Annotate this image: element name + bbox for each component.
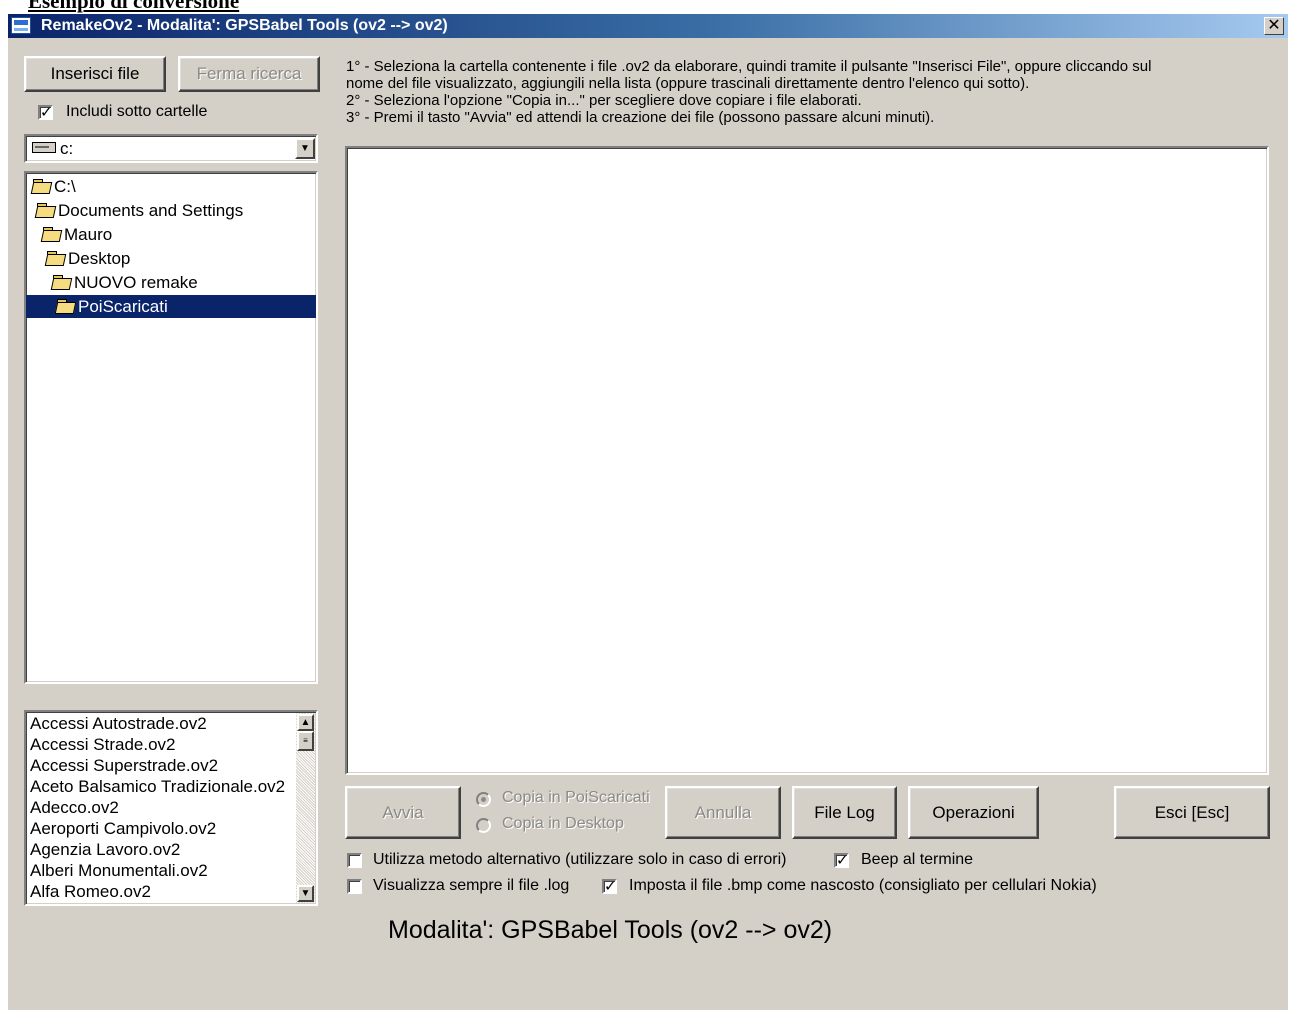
folder-tree[interactable]: C:\ Documents and Settings Mauro Desktop NUO… (24, 171, 318, 684)
stop-search-button[interactable]: Ferma ricerca (178, 56, 320, 92)
insert-file-button[interactable]: Inserisci file (24, 56, 166, 92)
file-list-item[interactable]: Aeroporti Campivolo.ov2 (30, 818, 290, 839)
document-heading-fragment: Esempio di conversione (0, 0, 1289, 14)
folder-open-icon (52, 274, 72, 289)
copy-to-desktop-radio[interactable] (476, 818, 491, 833)
check-mark-icon: ✓ (40, 104, 53, 121)
copy-to-desktop-label: Copia in Desktop (502, 815, 624, 832)
folder-tree-item[interactable]: PoiScaricati (26, 295, 316, 318)
hide-bmp-checkbox[interactable]: ✓ (602, 879, 617, 894)
file-list-item[interactable]: Adecco.ov2 (30, 797, 290, 818)
folder-tree-item[interactable]: Documents and Settings (36, 199, 243, 222)
scroll-up-button[interactable]: ▲ (297, 714, 314, 731)
document-heading-text: Esempio di conversione (28, 0, 240, 13)
folder-tree-item-label: C:\ (54, 177, 76, 196)
always-show-log-label: Visualizza sempre il file .log (373, 877, 570, 894)
scroll-down-button[interactable]: ▼ (297, 885, 314, 902)
copy-to-poiscaricati-radio[interactable] (476, 792, 491, 807)
arrow-down-icon: ▼ (300, 888, 311, 899)
grip-icon: ≡ (303, 736, 308, 745)
folder-open-icon (46, 250, 66, 265)
processing-list[interactable] (345, 146, 1269, 775)
instruction-line-2: 2° - Seleziona l'opzione "Copia in..." p… (346, 92, 862, 109)
check-mark-icon: ✓ (836, 852, 849, 869)
drive-select[interactable]: c: ▼ (24, 134, 318, 163)
file-list[interactable]: Accessi Autostrade.ov2 Accessi Strade.ov2… (24, 710, 318, 906)
file-list-item[interactable]: Accessi Autostrade.ov2 (30, 713, 290, 734)
drive-select-value: c: (32, 139, 73, 159)
hard-drive-icon (32, 142, 56, 154)
beep-checkbox[interactable]: ✓ (834, 853, 849, 868)
folder-open-icon (32, 178, 52, 193)
operations-button[interactable]: Operazioni (908, 786, 1039, 839)
file-list-item[interactable]: Alberi Monumentali.ov2 (30, 860, 290, 881)
instruction-line-1a: 1° - Seleziona la cartella contenente i … (346, 58, 1152, 75)
folder-tree-item-label: Mauro (64, 225, 113, 244)
alt-method-label: Utilizza metodo alternativo (utilizzare … (373, 851, 787, 868)
title-bar[interactable]: RemakeOv2 - Modalita': GPSBabel Tools (o… (8, 14, 1288, 38)
arrow-up-icon: ▲ (300, 717, 311, 728)
check-mark-icon: ✓ (604, 878, 617, 895)
exit-button[interactable]: Esci [Esc] (1114, 786, 1270, 839)
folder-tree-item-label: NUOVO remake (74, 273, 198, 292)
instruction-line-3: 3° - Premi il tasto "Avvia" ed attendi l… (346, 109, 935, 126)
file-list-item[interactable]: Aceto Balsamico Tradizionale.ov2 (30, 776, 290, 797)
always-show-log-checkbox[interactable] (347, 879, 362, 894)
chevron-down-icon: ▼ (300, 143, 310, 154)
hide-bmp-label: Imposta il file .bmp come nascosto (cons… (629, 877, 1097, 894)
dropdown-arrow-button[interactable]: ▼ (295, 138, 315, 159)
beep-label: Beep al termine (861, 851, 974, 868)
folder-tree-item[interactable]: NUOVO remake (52, 271, 198, 294)
file-list-item[interactable]: Alfa Romeo.ov2 (30, 881, 290, 902)
include-subfolders-checkbox[interactable]: ✓ (38, 105, 53, 120)
folder-tree-item-label: PoiScaricati (78, 297, 168, 316)
folder-tree-item[interactable]: Desktop (46, 247, 130, 270)
close-button[interactable]: ✕ (1264, 17, 1284, 35)
window-title: RemakeOv2 - Modalita': GPSBabel Tools (o… (41, 17, 448, 34)
folder-open-icon (42, 226, 62, 241)
file-list-scrollbar[interactable]: ▲ ≡ ▼ (296, 713, 315, 903)
include-subfolders-label: Includi sotto cartelle (66, 103, 208, 120)
file-list-item[interactable]: Accessi Superstrade.ov2 (30, 755, 290, 776)
scroll-thumb[interactable]: ≡ (297, 731, 314, 751)
app-icon (11, 17, 31, 34)
instruction-line-1b: nome del file visualizzato, aggiungili n… (346, 75, 1030, 92)
folder-tree-item-label: Documents and Settings (58, 201, 244, 220)
folder-tree-item-label: Desktop (68, 249, 131, 268)
file-list-item[interactable]: Accessi Strade.ov2 (30, 734, 290, 755)
mode-status-text: Modalita': GPSBabel Tools (ov2 --> ov2) (388, 916, 833, 944)
app-window: RemakeOv2 - Modalita': GPSBabel Tools (o… (8, 14, 1288, 1010)
alt-method-checkbox[interactable] (347, 853, 362, 868)
file-log-button[interactable]: File Log (792, 786, 897, 839)
folder-open-icon (56, 298, 76, 313)
cancel-button[interactable]: Annulla (665, 786, 781, 839)
file-list-item[interactable]: Agenzia Lavoro.ov2 (30, 839, 290, 860)
folder-tree-item[interactable]: C:\ (32, 175, 76, 198)
start-button[interactable]: Avvia (345, 786, 461, 839)
folder-tree-item[interactable]: Mauro (42, 223, 112, 246)
folder-open-icon (36, 202, 56, 217)
copy-to-poiscaricati-label: Copia in PoiScaricati (502, 789, 650, 806)
drive-label: c: (60, 139, 74, 158)
file-list-items: Accessi Autostrade.ov2 Accessi Strade.ov2… (30, 713, 290, 902)
instructions: 1° - Seleziona la cartella contenente i … (346, 58, 1276, 126)
